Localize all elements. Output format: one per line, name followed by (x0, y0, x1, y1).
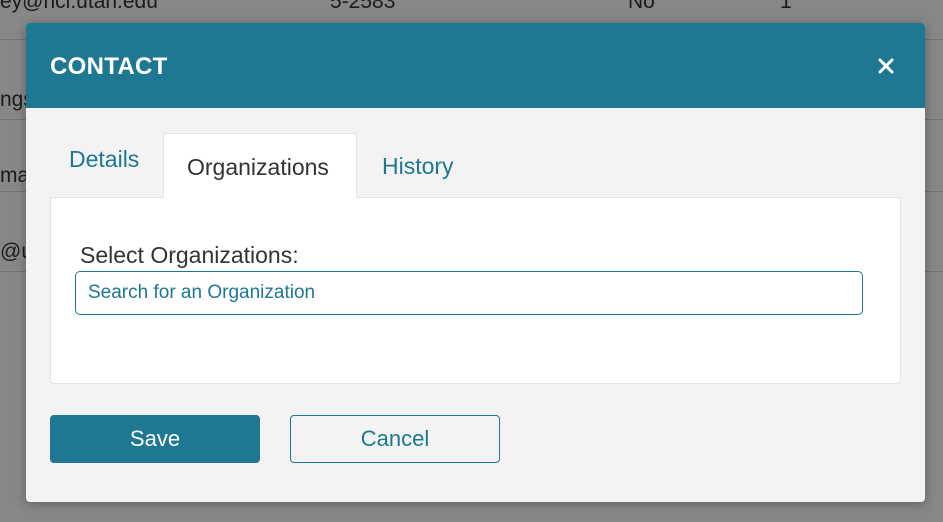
cancel-button[interactable]: Cancel (290, 415, 500, 463)
organization-search-input[interactable] (75, 271, 863, 315)
tab-label: Organizations (187, 154, 329, 180)
contact-modal: CONTACT Details Organizations History Se… (26, 23, 925, 502)
save-button[interactable]: Save (50, 415, 260, 463)
select-organizations-label: Select Organizations: (80, 242, 299, 268)
modal-header: CONTACT (26, 23, 925, 108)
tab-details[interactable]: Details (50, 133, 163, 198)
close-button[interactable] (875, 55, 897, 77)
close-icon (878, 58, 894, 74)
modal-title: CONTACT (50, 53, 168, 80)
tab-organizations[interactable]: Organizations (163, 133, 357, 198)
modal-tabs: Details Organizations History (50, 133, 901, 198)
tab-label: History (382, 153, 454, 179)
tab-label: Details (69, 146, 140, 172)
organizations-panel: Select Organizations: (50, 197, 901, 384)
tab-history[interactable]: History (357, 133, 487, 198)
